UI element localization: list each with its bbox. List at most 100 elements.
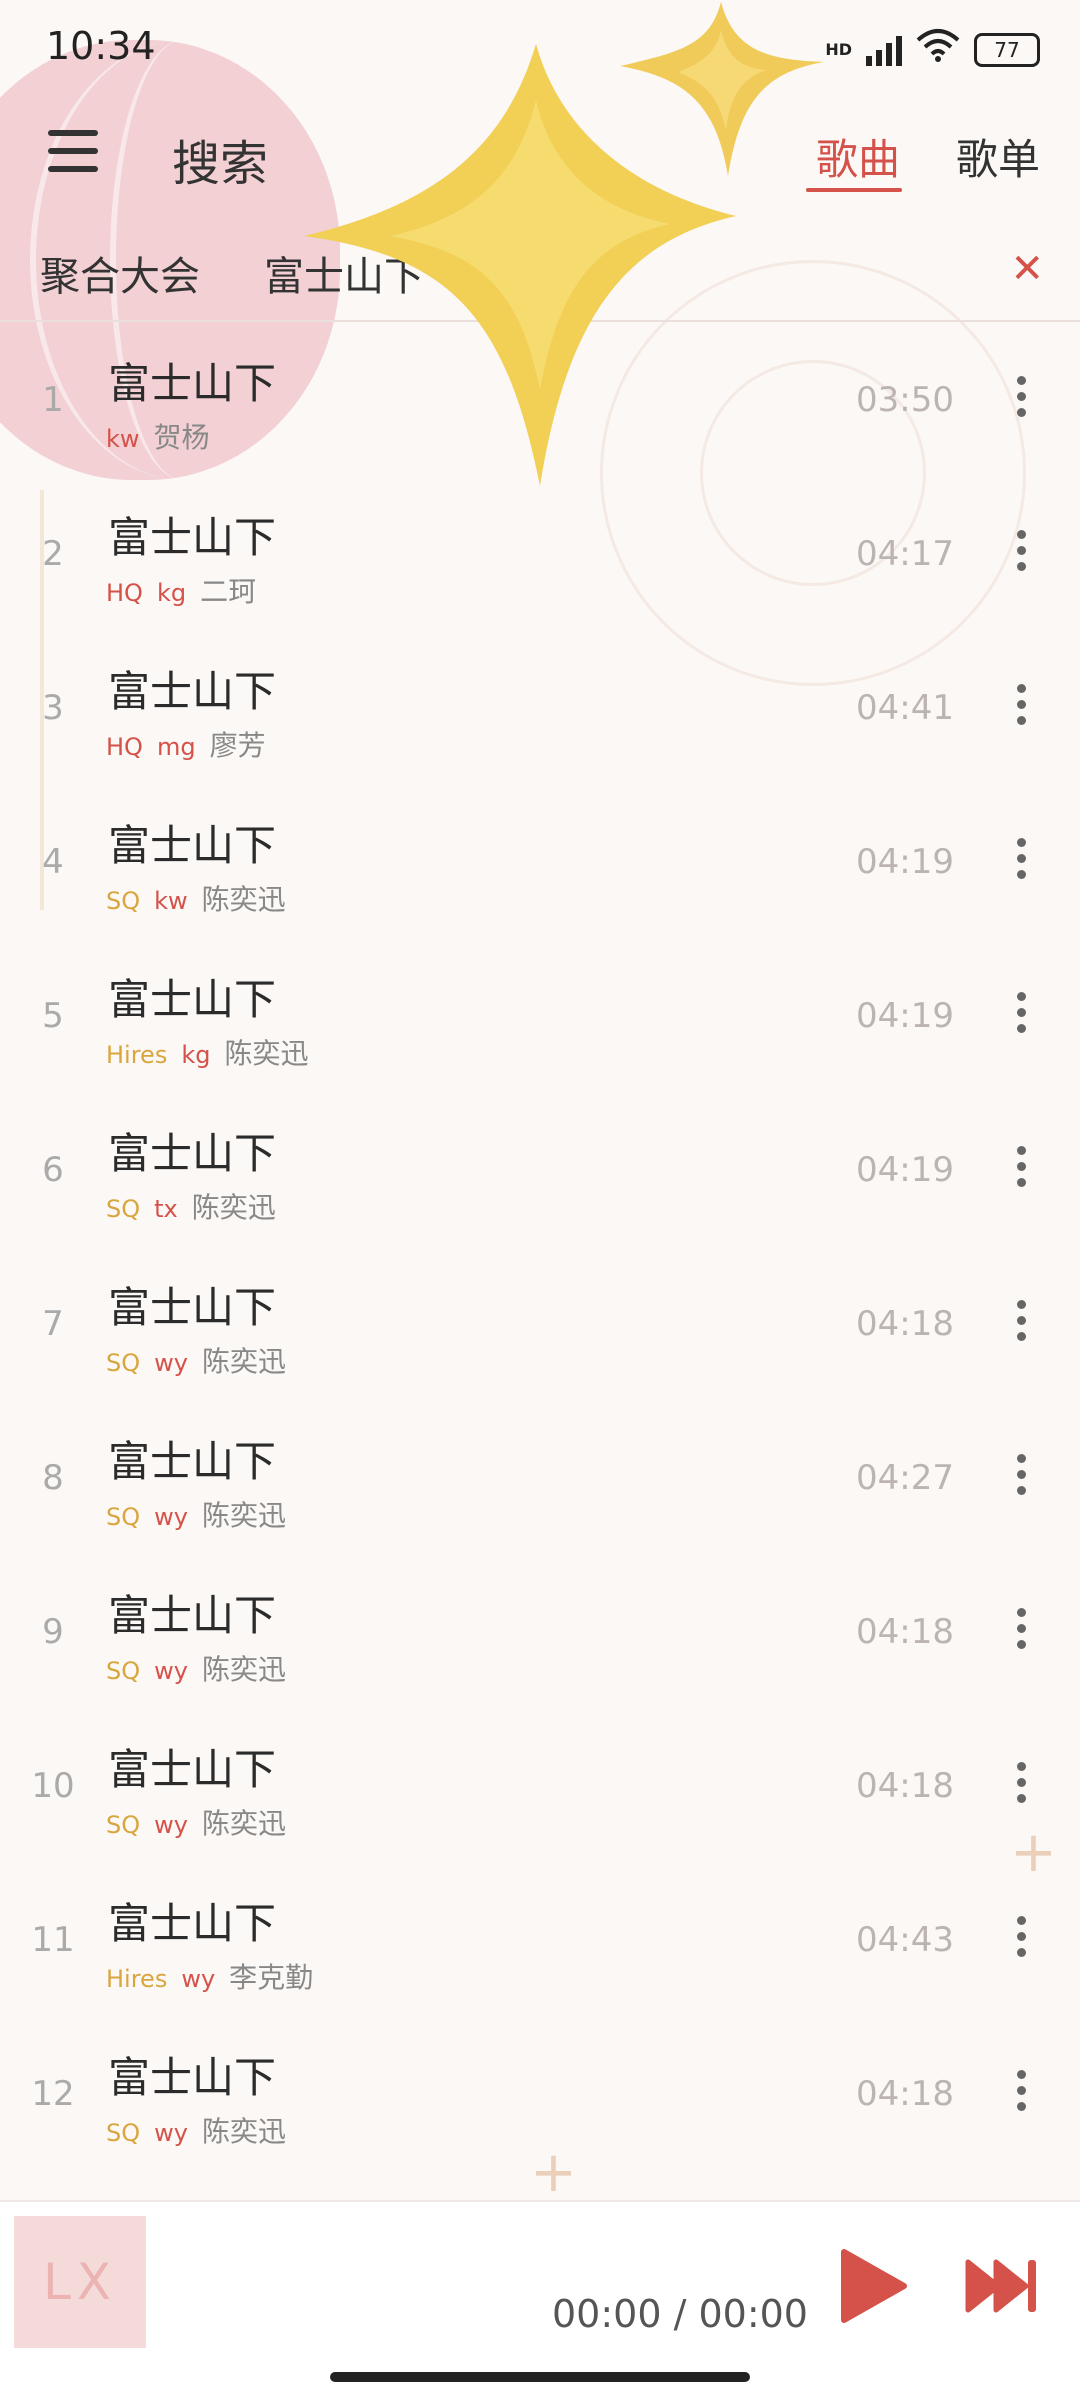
- song-title: 富士山下: [108, 2053, 277, 2102]
- source-badge: kg: [156, 579, 187, 607]
- song-index: 12: [31, 2074, 75, 2114]
- song-meta: SQ tx 陈奕迅: [106, 1186, 276, 1226]
- song-list: 1 富士山下 kw 贺杨 03:50 2 富士山下 HQ kg 二珂 04:17 3 富士山下 HQ mg 廖…: [0, 330, 1080, 2178]
- more-vertical-icon[interactable]: [1014, 1762, 1028, 1810]
- song-index: 11: [31, 1920, 75, 1960]
- song-row[interactable]: 6 富士山下 SQ tx 陈奕迅 04:19: [0, 1100, 1080, 1254]
- source-badge: wy: [154, 2119, 188, 2147]
- quality-badge: HQ: [106, 733, 143, 761]
- source-badge: wy: [154, 1811, 188, 1839]
- more-vertical-icon[interactable]: [1014, 838, 1028, 886]
- signal-icon: [866, 34, 902, 66]
- song-title: 富士山下: [108, 667, 277, 716]
- close-icon[interactable]: ✕: [1010, 246, 1044, 292]
- song-meta: SQ kw 陈奕迅: [106, 878, 286, 918]
- more-vertical-icon[interactable]: [1014, 1146, 1028, 1194]
- status-time: 10:34: [46, 24, 156, 68]
- active-tab-indicator: [806, 188, 902, 192]
- song-artist: 陈奕迅: [191, 1191, 276, 1224]
- song-artist: 二珂: [200, 575, 257, 608]
- song-meta: Hires wy 李克勤: [106, 1956, 313, 1996]
- song-row[interactable]: 2 富士山下 HQ kg 二珂 04:17: [0, 484, 1080, 638]
- song-duration: 04:18: [856, 1304, 954, 1344]
- home-indicator[interactable]: [330, 2372, 750, 2382]
- quality-badge: SQ: [106, 1349, 141, 1377]
- network-type: HD: [825, 40, 852, 59]
- song-duration: 04:19: [856, 996, 954, 1036]
- more-vertical-icon[interactable]: [1014, 1916, 1028, 1964]
- status-indicators: HD 77: [825, 28, 1040, 71]
- song-row[interactable]: 7 富士山下 SQ wy 陈奕迅 04:18: [0, 1254, 1080, 1408]
- menu-icon[interactable]: [48, 130, 98, 176]
- song-row[interactable]: 9 富士山下 SQ wy 陈奕迅 04:18: [0, 1562, 1080, 1716]
- song-index: 4: [42, 842, 64, 882]
- album-cover[interactable]: LX: [14, 2216, 146, 2348]
- song-title: 富士山下: [108, 975, 277, 1024]
- song-duration: 04:18: [856, 1766, 954, 1806]
- more-vertical-icon[interactable]: [1014, 530, 1028, 578]
- source-badge: wy: [154, 1349, 188, 1377]
- song-artist: 陈奕迅: [224, 1037, 309, 1070]
- song-duration: 04:18: [856, 2074, 954, 2114]
- source-badge: mg: [156, 733, 196, 761]
- source-badge: wy: [154, 1503, 188, 1531]
- more-vertical-icon[interactable]: [1014, 1300, 1028, 1348]
- song-row[interactable]: 3 富士山下 HQ mg 廖芳 04:41: [0, 638, 1080, 792]
- song-meta: HQ kg 二珂: [106, 570, 256, 610]
- song-title: 富士山下: [108, 1745, 277, 1794]
- quality-badge: HQ: [106, 579, 143, 607]
- song-duration: 04:17: [856, 534, 954, 574]
- more-vertical-icon[interactable]: [1014, 992, 1028, 1040]
- song-index: 10: [31, 1766, 75, 1806]
- tab-playlists[interactable]: 歌单: [956, 126, 1040, 187]
- skip-next-icon[interactable]: [964, 2256, 1040, 2316]
- song-duration: 04:18: [856, 1612, 954, 1652]
- player-bar: LX 00:00 / 00:00: [0, 2200, 1080, 2400]
- song-title: 富士山下: [108, 1437, 277, 1486]
- song-row[interactable]: 10 富士山下 SQ wy 陈奕迅 04:18: [0, 1716, 1080, 1870]
- song-index: 8: [42, 1458, 64, 1498]
- page-title: 搜索: [172, 136, 269, 192]
- battery-icon: 77: [974, 32, 1040, 67]
- song-row[interactable]: 4 富士山下 SQ kw 陈奕迅 04:19: [0, 792, 1080, 946]
- song-row[interactable]: 5 富士山下 Hires kg 陈奕迅 04:19: [0, 946, 1080, 1100]
- playback-time: 00:00 / 00:00: [552, 2292, 808, 2336]
- song-duration: 04:43: [856, 1920, 954, 1960]
- song-meta: Hires kg 陈奕迅: [106, 1032, 308, 1072]
- more-vertical-icon[interactable]: [1014, 1454, 1028, 1502]
- song-title: 富士山下: [108, 1129, 277, 1178]
- song-title: 富士山下: [108, 1591, 277, 1640]
- star-decoration-large: [304, 44, 736, 486]
- song-index: 5: [42, 996, 64, 1036]
- song-meta: HQ mg 廖芳: [106, 724, 266, 764]
- song-index: 3: [42, 688, 64, 728]
- more-vertical-icon[interactable]: [1014, 1608, 1028, 1656]
- more-vertical-icon[interactable]: [1014, 2070, 1028, 2118]
- song-duration: 03:50: [856, 380, 954, 420]
- song-artist: 贺杨: [153, 421, 210, 454]
- song-meta: SQ wy 陈奕迅: [106, 1802, 286, 1842]
- song-row[interactable]: 11 富士山下 Hires wy 李克勤 04:43: [0, 1870, 1080, 2024]
- song-meta: SQ wy 陈奕迅: [106, 1340, 286, 1380]
- song-artist: 陈奕迅: [201, 1345, 286, 1378]
- song-artist: 陈奕迅: [201, 2115, 286, 2148]
- more-vertical-icon[interactable]: [1014, 684, 1028, 732]
- quality-badge: SQ: [106, 887, 141, 915]
- song-artist: 李克勤: [229, 1961, 314, 1994]
- song-index: 7: [42, 1304, 64, 1344]
- quality-badge: SQ: [106, 2119, 141, 2147]
- plus-decoration: +: [1010, 1820, 1057, 1885]
- song-artist: 陈奕迅: [201, 883, 286, 916]
- song-artist: 廖芳: [209, 729, 266, 762]
- tab-songs[interactable]: 歌曲: [816, 126, 900, 187]
- song-meta: SQ wy 陈奕迅: [106, 1648, 286, 1688]
- play-icon[interactable]: [836, 2248, 908, 2324]
- source-selector[interactable]: 聚合大会: [40, 244, 200, 302]
- song-row[interactable]: 8 富士山下 SQ wy 陈奕迅 04:27: [0, 1408, 1080, 1562]
- song-duration: 04:27: [856, 1458, 954, 1498]
- source-badge: kw: [154, 887, 188, 915]
- more-vertical-icon[interactable]: [1014, 376, 1028, 424]
- song-duration: 04:19: [856, 1150, 954, 1190]
- plus-decoration: +: [530, 2140, 577, 2205]
- song-title: 富士山下: [108, 513, 277, 562]
